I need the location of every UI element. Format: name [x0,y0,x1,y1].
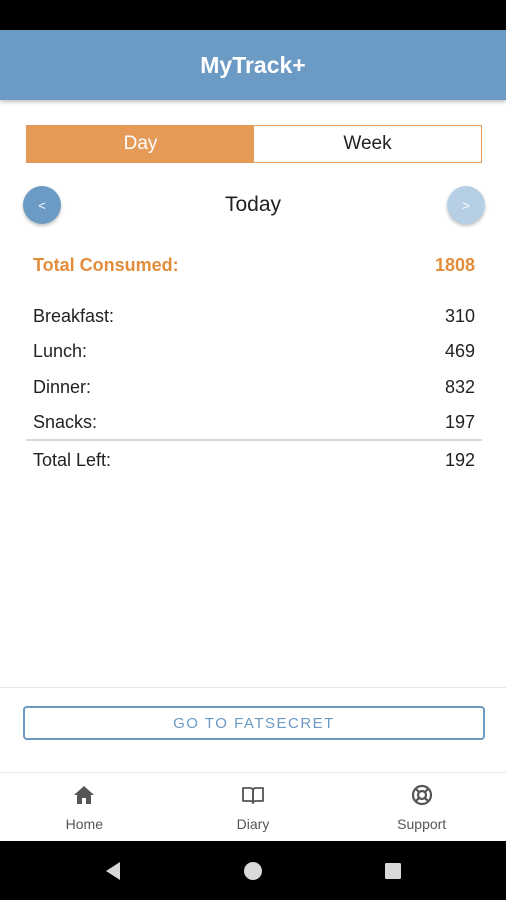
nav-diary-label: Diary [236,815,270,832]
date-navigation: < Today > [0,186,506,224]
meal-label: Dinner: [33,377,92,397]
app-bar: MyTrack+ [0,30,506,100]
total-consumed-value: 1808 [434,255,475,275]
status-bar [0,0,506,30]
bottom-navigation: Home Diary Support [0,773,506,841]
nav-home-label: Home [65,815,104,832]
previous-day-button[interactable]: < [23,186,61,224]
day-tab[interactable]: Day [27,126,254,162]
meal-label: Breakfast: [33,306,115,326]
meal-value: 469 [444,341,475,361]
total-left-value: 192 [444,450,475,470]
book-icon [241,783,265,812]
nav-support-label: Support [397,815,447,832]
dinner-row: Dinner: 832 [33,377,475,398]
recents-icon[interactable] [381,859,405,883]
snacks-row: Snacks: 197 [33,412,475,433]
go-to-fatsecret-button[interactable]: GO TO FATSECRET [23,706,485,740]
summary-divider [26,439,482,441]
meal-value: 832 [444,377,475,397]
meal-label: Snacks: [33,412,98,432]
total-consumed-label: Total Consumed: [33,255,179,275]
meal-label: Lunch: [33,341,88,361]
breakfast-row: Breakfast: 310 [33,306,475,327]
app-title: MyTrack+ [200,51,306,78]
next-day-button[interactable]: > [447,186,485,224]
total-left-label: Total Left: [33,450,112,470]
meal-value: 310 [444,306,475,326]
current-date-label: Today [224,193,282,216]
nav-home[interactable]: Home [0,773,169,841]
system-navigation-bar [0,841,506,900]
nav-diary[interactable]: Diary [169,773,338,841]
day-week-toggle: Day Week [26,125,482,163]
lifebuoy-icon [410,783,434,812]
home-icon [72,783,96,812]
nav-support[interactable]: Support [337,773,506,841]
total-left-row: Total Left: 192 [33,450,475,471]
content-separator [0,687,506,688]
back-icon[interactable] [101,859,125,883]
home-circle-icon[interactable] [241,859,265,883]
meal-value: 197 [444,412,475,432]
lunch-row: Lunch: 469 [33,341,475,362]
week-tab[interactable]: Week [254,126,481,162]
total-consumed-row: Total Consumed: 1808 [33,255,475,276]
